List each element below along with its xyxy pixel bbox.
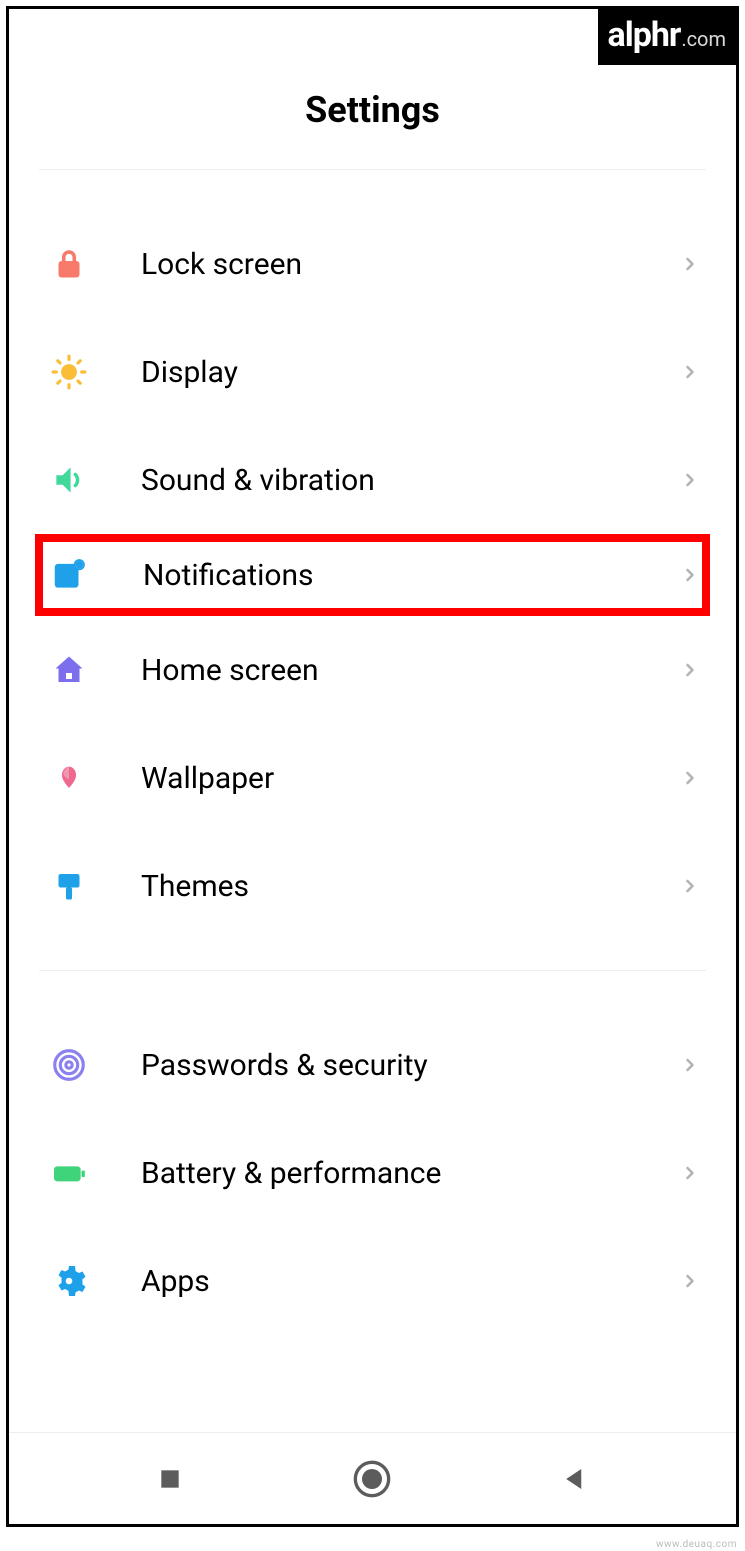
settings-row-label: Sound & vibration xyxy=(141,463,680,498)
settings-row-notifications[interactable]: Notifications xyxy=(39,538,706,612)
watermark-brand: alphr xyxy=(608,15,681,55)
notification-icon xyxy=(45,551,93,599)
settings-row-apps[interactable]: Apps xyxy=(9,1227,736,1335)
settings-section-1: Lock screen Display Sound & vibration xyxy=(9,170,736,970)
watermark-ext: .com xyxy=(681,27,726,51)
settings-row-label: Passwords & security xyxy=(141,1048,680,1083)
chevron-right-icon xyxy=(680,1163,700,1183)
chevron-right-icon xyxy=(680,1271,700,1291)
settings-row-sound-vibration[interactable]: Sound & vibration xyxy=(9,426,736,534)
settings-row-lock-screen[interactable]: Lock screen xyxy=(9,210,736,318)
settings-row-themes[interactable]: Themes xyxy=(9,832,736,940)
settings-row-label: Apps xyxy=(141,1264,680,1299)
settings-row-passwords-security[interactable]: Passwords & security xyxy=(9,1011,736,1119)
settings-row-label: Themes xyxy=(141,869,680,904)
chevron-right-icon xyxy=(680,362,700,382)
chevron-right-icon xyxy=(680,876,700,896)
chevron-right-icon xyxy=(680,1055,700,1075)
nav-back-button[interactable] xyxy=(555,1459,595,1499)
settings-screen: alphr .com Settings Lock screen Display xyxy=(6,6,739,1527)
settings-section-2: Passwords & security Battery & performan… xyxy=(9,971,736,1365)
brush-icon xyxy=(45,862,93,910)
settings-row-battery-performance[interactable]: Battery & performance xyxy=(9,1119,736,1227)
flower-icon xyxy=(45,754,93,802)
settings-row-label: Battery & performance xyxy=(141,1156,680,1191)
chevron-right-icon xyxy=(680,565,700,585)
settings-row-wallpaper[interactable]: Wallpaper xyxy=(9,724,736,832)
settings-row-label: Display xyxy=(141,355,680,390)
settings-row-label: Lock screen xyxy=(141,247,680,282)
fingerprint-icon xyxy=(45,1041,93,1089)
watermark-badge: alphr .com xyxy=(598,9,737,65)
sun-icon xyxy=(45,348,93,396)
home-icon xyxy=(45,646,93,694)
settings-row-label: Home screen xyxy=(141,653,680,688)
lock-icon xyxy=(45,240,93,288)
battery-icon xyxy=(45,1149,93,1197)
settings-row-home-screen[interactable]: Home screen xyxy=(9,616,736,724)
nav-recent-button[interactable] xyxy=(150,1459,190,1499)
speaker-icon xyxy=(45,456,93,504)
nav-home-button[interactable] xyxy=(352,1459,392,1499)
settings-row-label: Wallpaper xyxy=(141,761,680,796)
settings-row-label: Notifications xyxy=(143,558,680,593)
chevron-right-icon xyxy=(680,660,700,680)
chevron-right-icon xyxy=(680,470,700,490)
android-navbar xyxy=(9,1432,736,1524)
gear-icon xyxy=(45,1257,93,1305)
chevron-right-icon xyxy=(680,768,700,788)
chevron-right-icon xyxy=(680,254,700,274)
settings-row-display[interactable]: Display xyxy=(9,318,736,426)
